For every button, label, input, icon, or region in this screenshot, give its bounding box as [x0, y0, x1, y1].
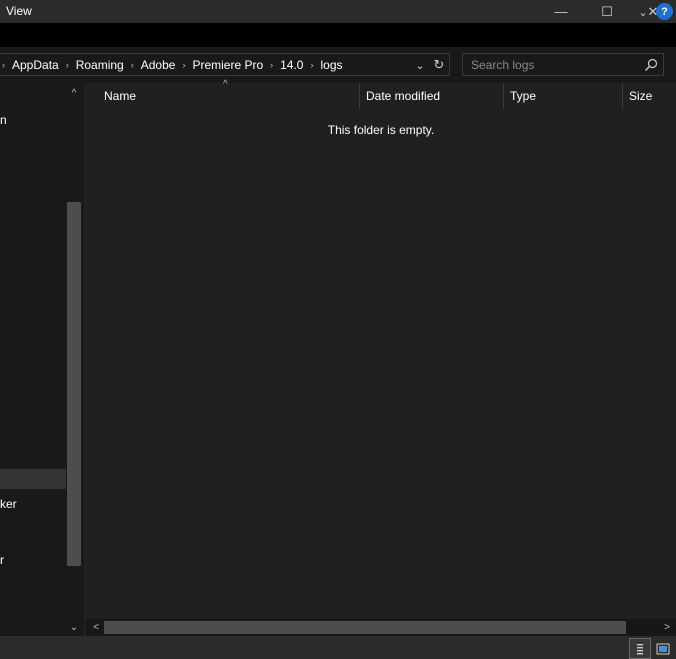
- breadcrumb-item-premiere-pro[interactable]: Premiere Pro: [192, 58, 263, 72]
- tab-view[interactable]: View: [6, 4, 32, 18]
- column-header-type[interactable]: Type: [503, 83, 621, 109]
- details-view-button[interactable]: [629, 638, 651, 659]
- refresh-button[interactable]: ↻: [430, 56, 448, 74]
- large-icons-view-button[interactable]: [652, 638, 674, 659]
- chevron-down-icon: ⌄: [69, 621, 79, 633]
- breadcrumb-item-appdata[interactable]: AppData: [12, 58, 59, 72]
- large-icons-view-icon: [656, 643, 670, 654]
- search-box[interactable]: [462, 53, 664, 76]
- breadcrumb-item-logs[interactable]: logs: [320, 58, 342, 72]
- empty-folder-message: This folder is empty.: [327, 123, 435, 137]
- scroll-left-button[interactable]: <: [88, 620, 104, 635]
- help-button[interactable]: ?: [656, 3, 673, 20]
- nav-scrollbar-thumb[interactable]: [67, 202, 81, 566]
- status-bar: [0, 636, 676, 659]
- breadcrumb-item-14-0[interactable]: 14.0: [280, 58, 303, 72]
- file-list[interactable]: [86, 83, 676, 619]
- breadcrumb-item-roaming[interactable]: Roaming: [76, 58, 124, 72]
- chevron-down-icon: ⌄: [415, 59, 425, 72]
- refresh-icon: ↻: [433, 57, 445, 72]
- column-header-date-modified[interactable]: Date modified: [359, 83, 502, 109]
- breadcrumb-separator-icon[interactable]: ›: [66, 60, 69, 70]
- breadcrumb-separator-icon[interactable]: ›: [2, 60, 5, 70]
- breadcrumb-separator-icon[interactable]: ›: [310, 60, 313, 70]
- minimize-button[interactable]: —: [538, 0, 584, 23]
- ribbon-bar: [0, 23, 676, 47]
- column-header-size[interactable]: Size: [622, 83, 676, 109]
- nav-scroll-up-button[interactable]: ^: [66, 85, 82, 101]
- column-header-name[interactable]: Name: [98, 83, 358, 109]
- chevron-left-icon: <: [93, 622, 99, 633]
- nav-item[interactable]: n: [0, 113, 7, 127]
- breadcrumb-item-adobe[interactable]: Adobe: [141, 58, 176, 72]
- expand-ribbon-button[interactable]: ⌄: [634, 3, 652, 21]
- minimize-icon: —: [554, 4, 568, 19]
- breadcrumb-separator-icon[interactable]: ›: [131, 60, 134, 70]
- breadcrumb-separator-icon[interactable]: ›: [182, 60, 185, 70]
- details-view-icon: [637, 643, 643, 654]
- breadcrumb: › AppData › Roaming › Adobe › Premiere P…: [0, 56, 343, 74]
- sort-ascending-icon: ^: [223, 79, 228, 90]
- help-icon: ?: [661, 5, 668, 18]
- nav-item[interactable]: r: [0, 553, 4, 567]
- nav-scroll-down-button[interactable]: ⌄: [66, 619, 82, 635]
- search-input[interactable]: [471, 58, 631, 72]
- nav-item[interactable]: ker: [0, 497, 17, 511]
- chevron-down-icon: ⌄: [638, 6, 648, 19]
- chevron-right-icon: >: [664, 622, 670, 633]
- scroll-right-button[interactable]: >: [659, 620, 675, 635]
- address-history-button[interactable]: ⌄: [412, 56, 428, 74]
- maximize-button[interactable]: ☐: [584, 0, 630, 23]
- chevron-up-icon: ^: [71, 87, 77, 99]
- breadcrumb-separator-icon[interactable]: ›: [270, 60, 273, 70]
- horizontal-scrollbar-thumb[interactable]: [104, 621, 626, 634]
- search-icon[interactable]: [643, 57, 659, 73]
- nav-item-selected[interactable]: [0, 469, 66, 489]
- maximize-icon: ☐: [601, 3, 613, 19]
